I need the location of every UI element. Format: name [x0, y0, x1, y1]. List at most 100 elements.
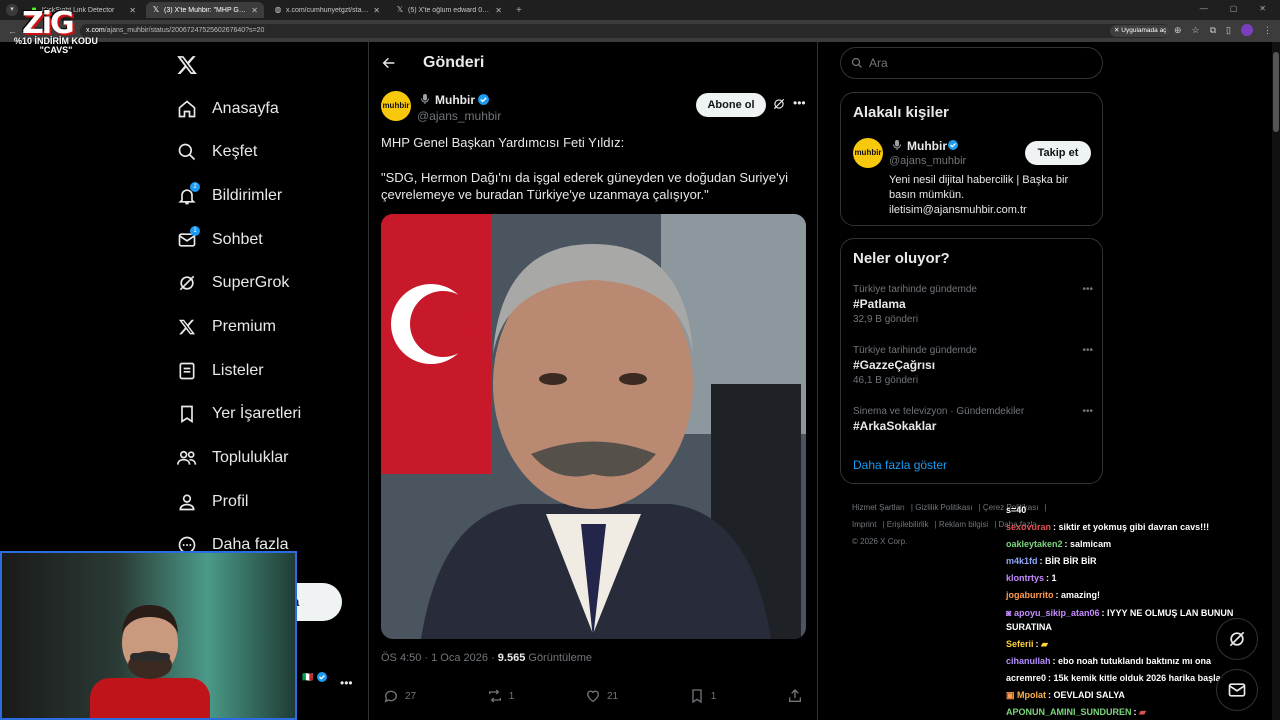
chat-text: BİR BİR BİR [1045, 556, 1097, 566]
open-in-app-label: Uygulamada aç [1121, 27, 1167, 34]
url-field[interactable]: x.com/ajans_muhbir/status/20067247525602… [80, 24, 1170, 38]
star-icon[interactable]: ☆ [1192, 25, 1200, 36]
messages-float-button[interactable] [1216, 669, 1258, 711]
extensions-icon[interactable]: ⧉ [1210, 25, 1216, 36]
chat-user: sexovuran [1006, 522, 1052, 532]
profile-avatar[interactable] [1241, 24, 1253, 36]
footer-link[interactable]: Hizmet Şartları [852, 503, 905, 512]
close-icon[interactable]: ✕ [129, 6, 136, 15]
chat-user: jogaburrito [1006, 590, 1054, 600]
post-text-2: "SDG, Hermon Dağı'nı da işgal ederek gün… [381, 170, 789, 202]
nav-label: Bildirimler [212, 187, 283, 204]
page-scrollbar[interactable] [1272, 42, 1280, 720]
open-in-app-button[interactable]: ✕ Uygulamada aç [1110, 25, 1171, 37]
trend-more-icon[interactable]: ••• [1082, 345, 1093, 356]
more-options-icon[interactable]: ••• [793, 96, 806, 110]
share-button[interactable] [787, 688, 803, 704]
chat-text: 1 [1051, 573, 1057, 583]
grok-float-button[interactable] [1216, 618, 1258, 660]
nav-communities[interactable]: Topluluklar [176, 443, 288, 473]
trend-item[interactable]: Sinema ve televizyon · Gündemdekiler #Ar… [853, 406, 1093, 433]
nav-explore[interactable]: Keşfet [176, 137, 257, 167]
x-logo-icon[interactable] [176, 54, 198, 76]
trend-item[interactable]: Türkiye tarihinde gündemde #Patlama 32,9… [853, 284, 1093, 325]
trend-more-icon[interactable]: ••• [1082, 406, 1093, 417]
browser-tab-2[interactable]: 𝕏 (3) X'te Muhbir: "MHP Gen... ✕ [146, 2, 264, 18]
bookmark-icon [692, 689, 702, 704]
new-tab-button[interactable]: + [516, 5, 522, 16]
bell-icon: 2 [176, 182, 200, 207]
back-arrow-icon[interactable] [381, 55, 397, 71]
like-button[interactable]: 21 [585, 688, 618, 704]
sidebar-icon[interactable]: ▯ [1226, 25, 1231, 36]
related-people-card: Alakalı kişiler muhbir Muhbir @ajans_muh… [840, 92, 1103, 226]
close-icon[interactable]: ✕ [495, 6, 502, 15]
follow-button[interactable]: Takip et [1025, 141, 1091, 165]
search-input[interactable]: Ara [840, 47, 1103, 79]
footer-link[interactable]: Erişilebilirlik [887, 520, 929, 529]
close-icon[interactable]: ✕ [373, 6, 380, 15]
nav-lists[interactable]: Listeler [176, 356, 264, 386]
search-icon [176, 141, 198, 163]
post-image[interactable] [381, 214, 806, 639]
chat-user: Mpolat [1017, 690, 1047, 700]
trend-item[interactable]: Türkiye tarihinde gündemde #GazzeÇağrısı… [853, 345, 1093, 386]
repost-button[interactable]: 1 [487, 688, 514, 704]
nav-notifications[interactable]: 2 Bildirimler [176, 181, 282, 211]
close-icon[interactable]: ✕ [251, 6, 258, 15]
badge-icon: ◙ [1006, 608, 1012, 618]
verified-icon [948, 140, 958, 150]
nav-home[interactable]: Anasayfa [176, 94, 279, 124]
tab-label: (5) X'te oğlum edward 06: "ken... [408, 6, 491, 14]
footer-link[interactable]: Reklam bilgisi [939, 520, 988, 529]
related-name[interactable]: Muhbir [907, 139, 947, 153]
emote-icon: ▰ [1139, 707, 1146, 717]
nav-chat[interactable]: 1 Sohbet [176, 225, 263, 255]
browser-tab-3[interactable]: ◍ x.com/cumhuriyetgzt/status/20... ✕ [268, 2, 386, 18]
post-timestamp[interactable]: ÖS 4:50 · 1 Oca 2026 · [381, 652, 498, 664]
url-path: /ajans_muhbir/status/2006724752560267640… [104, 27, 265, 34]
trend-context: Sinema ve televizyon · Gündemdekiler [853, 406, 1025, 417]
scrollbar-thumb[interactable] [1273, 52, 1279, 132]
author-name[interactable]: Muhbir [435, 93, 475, 107]
chat-user: m4k1fd [1006, 556, 1038, 566]
tab-search-button[interactable]: ▾ [6, 4, 18, 16]
account-more-icon[interactable]: ••• [340, 676, 353, 690]
back-icon[interactable]: ← [8, 26, 20, 36]
trend-more-icon[interactable]: ••• [1082, 284, 1093, 295]
chat-message: oakleytaken2: salmicam [1006, 539, 1112, 549]
reply-button[interactable]: 27 [383, 688, 416, 704]
mail-icon: 1 [176, 226, 200, 251]
post-actions: 27 1 21 1 [383, 688, 803, 704]
show-more-link[interactable]: Daha fazla göster [853, 458, 947, 472]
webcam-overlay [0, 551, 297, 720]
nav-supergrok[interactable]: SuperGrok [176, 268, 289, 298]
nav-profile[interactable]: Profil [176, 487, 248, 517]
bookmark-button[interactable]: 1 [689, 688, 716, 704]
minimize-icon[interactable]: — [1200, 4, 1208, 13]
author-handle[interactable]: @ajans_muhbir [417, 109, 501, 123]
nav-label: Profil [212, 493, 249, 510]
post-photo [381, 214, 806, 639]
nav-premium[interactable]: Premium [176, 312, 276, 342]
verified-icon [478, 94, 489, 105]
trend-tag: #Patlama [853, 297, 906, 311]
chat-user: apoyu_sikip_atan06 [1013, 608, 1100, 618]
footer-link[interactable]: Imprint [852, 520, 876, 529]
footer-link[interactable]: Gizlilik Politikası [915, 503, 972, 512]
related-handle[interactable]: @ajans_muhbir [889, 155, 966, 167]
post-meta: ÖS 4:50 · 1 Oca 2026 · 9.565 Görüntüleme [381, 652, 592, 664]
related-avatar[interactable]: muhbir [853, 138, 883, 168]
grok-icon[interactable] [772, 97, 786, 111]
nav-bookmarks[interactable]: Yer İşaretleri [176, 399, 301, 429]
zoom-icon[interactable]: ⊕ [1174, 25, 1182, 36]
chat-text: amazing! [1061, 590, 1101, 600]
mail-icon [1228, 683, 1246, 697]
menu-icon[interactable]: ⋮ [1263, 25, 1272, 36]
trend-tag: #ArkaSokaklar [853, 419, 937, 433]
subscribe-button[interactable]: Abone ol [696, 93, 766, 117]
browser-tab-4[interactable]: 𝕏 (5) X'te oğlum edward 06: "ken... ✕ [390, 2, 508, 18]
author-avatar[interactable]: muhbir [381, 91, 411, 121]
close-window-icon[interactable]: ✕ [1259, 4, 1266, 13]
maximize-icon[interactable]: ▢ [1230, 4, 1238, 13]
